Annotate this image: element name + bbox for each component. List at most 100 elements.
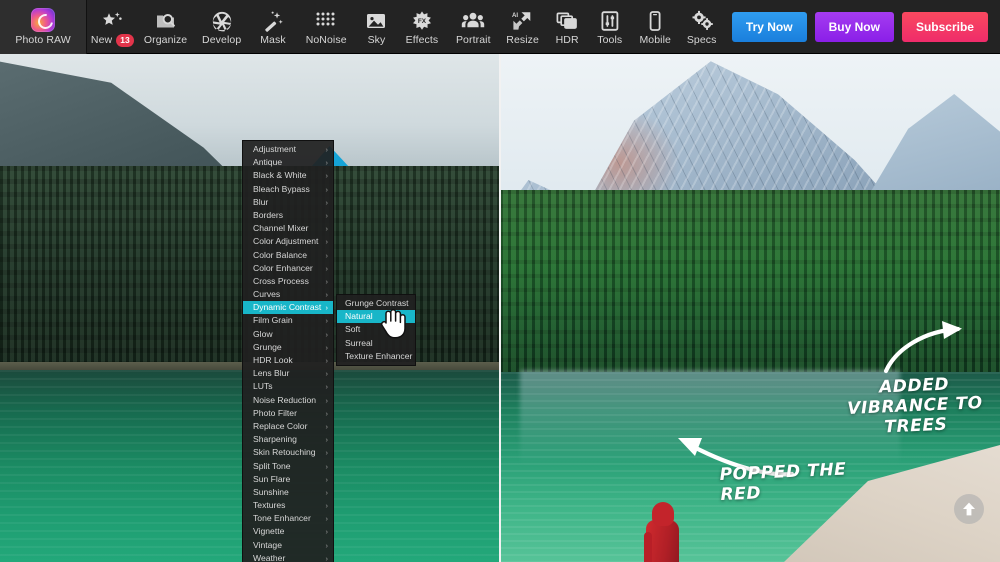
toolbar-label-new: New — [91, 34, 112, 46]
toolbar-item-mobile[interactable]: Mobile — [631, 0, 679, 54]
menu-label: Grunge — [253, 341, 282, 354]
annotation-trees: Added vibrance to trees — [829, 372, 1000, 439]
sliders-icon — [598, 8, 622, 32]
menu-item-antique[interactable]: Antique › — [243, 156, 333, 169]
toolbar-item-specs[interactable]: Specs — [679, 0, 724, 54]
submenu-item-natural[interactable]: Natural — [337, 310, 415, 323]
stacked-photos-icon — [555, 8, 579, 32]
submenu-item-soft[interactable]: Soft — [337, 323, 415, 336]
folder-search-icon — [154, 8, 178, 32]
menu-item-color-adjustment[interactable]: Color Adjustment› — [243, 235, 333, 248]
menu-item-grunge[interactable]: Grunge› — [243, 341, 333, 354]
menu-label: Curves — [253, 288, 280, 301]
dynamic-contrast-submenu[interactable]: Grunge Contrast Natural Soft Surreal Tex… — [336, 294, 416, 366]
toolbar-label-nonoise: NoNoise — [306, 34, 347, 46]
effects-menu[interactable]: Adjustment› Antique› Black & White› Blea… — [242, 140, 334, 562]
menu-label: LUTs — [253, 380, 273, 393]
person-hood — [652, 502, 674, 526]
menu-item-hdr-look[interactable]: HDR Look› — [243, 354, 333, 367]
person-arm — [644, 532, 652, 562]
chevron-right-icon: › — [326, 156, 329, 169]
toolbar-item-tools[interactable]: Tools — [588, 0, 631, 54]
menu-item-lens-blur[interactable]: Lens Blur› — [243, 367, 333, 380]
chevron-right-icon: › — [326, 222, 329, 235]
new-badge-count: 13 — [116, 34, 133, 47]
submenu-item-surreal[interactable]: Surreal — [337, 337, 415, 350]
toolbar-label-specs: Specs — [687, 34, 717, 46]
aperture-icon — [210, 8, 234, 32]
image-mountain-icon — [364, 8, 388, 32]
menu-item-borders[interactable]: Borders› — [243, 209, 333, 222]
menu-item-blur[interactable]: Blur› — [243, 196, 333, 209]
toolbar-item-resize[interactable]: AI Resize — [499, 0, 545, 54]
menu-item-skin-retouching[interactable]: Skin Retouching› — [243, 446, 333, 459]
menu-item-sun-flare[interactable]: Sun Flare› — [243, 473, 333, 486]
menu-item-bleach-bypass[interactable]: Bleach Bypass› — [243, 183, 333, 196]
menu-label: Bleach Bypass — [253, 183, 310, 196]
menu-item-split-tone[interactable]: Split Tone› — [243, 460, 333, 473]
chevron-right-icon: › — [326, 314, 329, 327]
toolbar-item-mask[interactable]: Mask — [250, 0, 296, 54]
toolbar-item-new[interactable]: New 13 — [87, 0, 137, 54]
menu-item-textures[interactable]: Textures› — [243, 499, 333, 512]
menu-item-weather[interactable]: Weather› — [243, 552, 333, 562]
app-window: Photo RAW New 13 — [0, 0, 1000, 562]
menu-label: Cross Process — [253, 275, 309, 288]
chevron-right-icon: › — [326, 328, 329, 341]
chevron-right-icon: › — [326, 394, 329, 407]
chevron-right-icon: › — [326, 235, 329, 248]
toolbar-label-organize: Organize — [144, 34, 187, 46]
menu-label: Glow — [253, 328, 273, 341]
brand-label: Photo RAW — [15, 34, 70, 46]
menu-item-film-grain[interactable]: Film Grain› — [243, 314, 333, 327]
submenu-item-texture-enhancer[interactable]: Texture Enhancer — [337, 350, 415, 363]
menu-label: Color Enhancer — [253, 262, 313, 275]
toolbar-item-effects[interactable]: FX Effects — [397, 0, 447, 54]
menu-item-sharpening[interactable]: Sharpening› — [243, 433, 333, 446]
menu-item-color-enhancer[interactable]: Color Enhancer › — [243, 262, 333, 275]
buy-now-button[interactable]: Buy Now — [815, 12, 894, 42]
menu-item-dynamic-contrast[interactable]: Dynamic Contrast› — [243, 301, 333, 314]
try-now-button[interactable]: Try Now — [732, 12, 807, 42]
scroll-to-top-button[interactable] — [954, 494, 984, 524]
toolbar-item-organize[interactable]: Organize — [137, 0, 193, 54]
menu-item-photo-filter[interactable]: Photo Filter› — [243, 407, 333, 420]
chevron-right-icon: › — [326, 552, 329, 562]
chevron-right-icon: › — [326, 262, 329, 275]
toolbar-label-sky: Sky — [368, 34, 386, 46]
people-icon — [461, 8, 485, 32]
toolbar-item-nonoise[interactable]: NoNoise — [296, 0, 356, 54]
toolbar-item-sky[interactable]: Sky — [356, 0, 397, 54]
toolbar-label-tools: Tools — [597, 34, 622, 46]
menu-item-adjustment[interactable]: Adjustment› — [243, 143, 333, 156]
menu-item-vintage[interactable]: Vintage› — [243, 539, 333, 552]
menu-label: HDR Look — [253, 354, 293, 367]
menu-item-replace-color[interactable]: Replace Color› — [243, 420, 333, 433]
menu-item-color-balance[interactable]: Color Balance› — [243, 249, 333, 262]
menu-label: Adjustment — [253, 143, 296, 156]
before-after-split-line[interactable] — [499, 54, 501, 562]
toolbar-item-hdr[interactable]: HDR — [546, 0, 589, 54]
menu-item-sunshine[interactable]: Sunshine› — [243, 486, 333, 499]
menu-item-channel-mixer[interactable]: Channel Mixer› — [243, 222, 333, 235]
menu-item-tone-enhancer[interactable]: Tone Enhancer› — [243, 512, 333, 525]
submenu-item-grunge-contrast[interactable]: Grunge Contrast — [337, 297, 415, 310]
menu-item-noise-reduction[interactable]: Noise Reduction› — [243, 394, 333, 407]
menu-label: Antique — [253, 156, 282, 169]
chevron-right-icon: › — [326, 288, 329, 301]
toolbar-item-develop[interactable]: Develop — [194, 0, 250, 54]
photo-canvas[interactable]: Added vibrance to trees Popped the red A… — [0, 54, 1000, 562]
subscribe-button[interactable]: Subscribe — [902, 12, 988, 42]
menu-label: Tone Enhancer — [253, 512, 311, 525]
menu-item-black-white[interactable]: Black & White› — [243, 169, 333, 182]
chevron-right-icon: › — [326, 209, 329, 222]
photoraw-logo-icon — [31, 8, 55, 32]
magic-wand-icon — [261, 8, 285, 32]
menu-item-curves[interactable]: Curves › — [243, 288, 333, 301]
toolbar-item-portrait[interactable]: Portrait — [447, 0, 499, 54]
menu-item-vignette[interactable]: Vignette› — [243, 525, 333, 538]
menu-item-glow[interactable]: Glow › — [243, 328, 333, 341]
menu-item-cross-process[interactable]: Cross Process› — [243, 275, 333, 288]
menu-item-luts[interactable]: LUTs› — [243, 380, 333, 393]
brand-photo-raw[interactable]: Photo RAW — [0, 0, 87, 54]
